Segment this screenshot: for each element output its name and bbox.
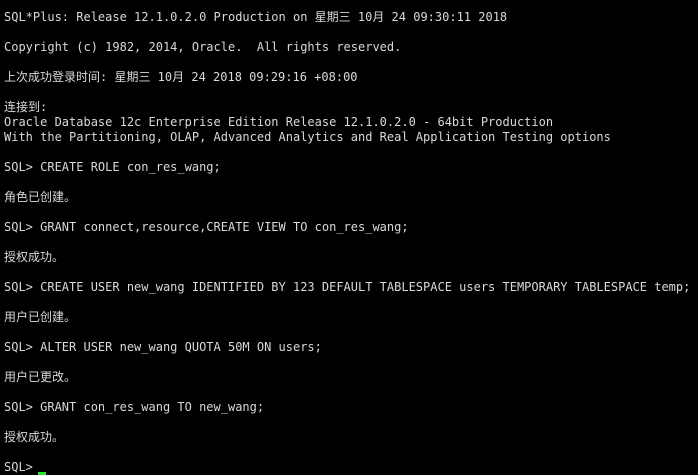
command-line: SQL> CREATE ROLE con_res_wang; bbox=[4, 160, 221, 174]
last-login-line: 上次成功登录时间: 星期三 10月 24 2018 09:29:16 +08:0… bbox=[4, 70, 358, 84]
banner-line: SQL*Plus: Release 12.1.0.2.0 Production … bbox=[4, 10, 508, 24]
active-prompt[interactable]: SQL> bbox=[4, 460, 698, 475]
command-line: SQL> GRANT connect,resource,CREATE VIEW … bbox=[4, 220, 409, 234]
command-line: SQL> ALTER USER new_wang QUOTA 50M ON us… bbox=[4, 340, 322, 354]
database-version-line: Oracle Database 12c Enterprise Edition R… bbox=[4, 115, 554, 129]
command-line: SQL> GRANT con_res_wang TO new_wang; bbox=[4, 400, 265, 414]
output-line: 用户已更改。 bbox=[4, 370, 77, 384]
output-line: 用户已创建。 bbox=[4, 310, 77, 324]
prompt-text: SQL> bbox=[4, 460, 41, 474]
output-line: 授权成功。 bbox=[4, 250, 65, 264]
output-line: 角色已创建。 bbox=[4, 190, 77, 204]
options-line: With the Partitioning, OLAP, Advanced An… bbox=[4, 130, 611, 144]
output-line: 授权成功。 bbox=[4, 430, 65, 444]
copyright-line: Copyright (c) 1982, 2014, Oracle. All ri… bbox=[4, 40, 402, 54]
command-line: SQL> CREATE USER new_wang IDENTIFIED BY … bbox=[4, 280, 691, 294]
terminal-window[interactable]: SQL*Plus: Release 12.1.0.2.0 Production … bbox=[0, 0, 698, 475]
connected-line: 连接到: bbox=[4, 100, 48, 114]
